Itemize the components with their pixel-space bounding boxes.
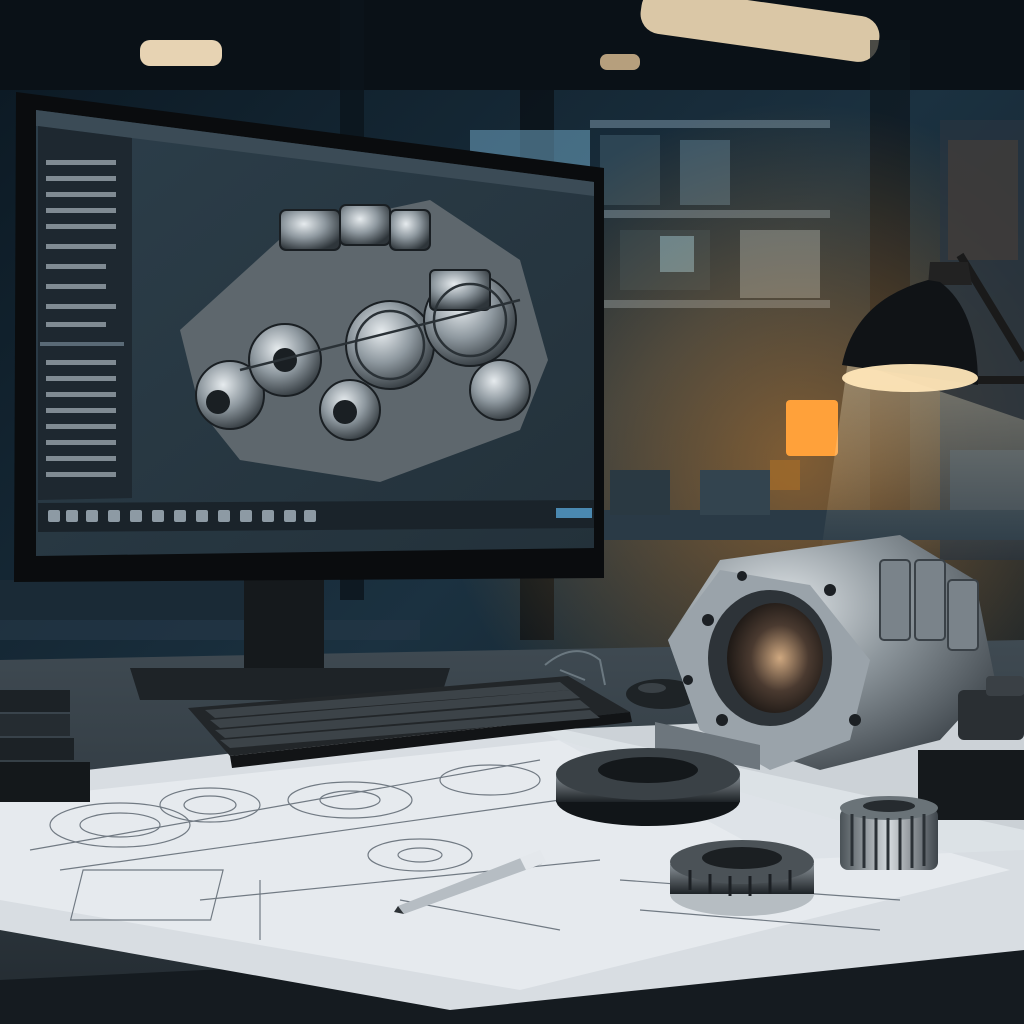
spur-gear bbox=[840, 796, 938, 870]
gears-and-rings bbox=[394, 748, 938, 916]
bearing-ring-small bbox=[670, 840, 814, 916]
bearing-ring-large bbox=[556, 748, 740, 826]
engineering-workspace-photo bbox=[0, 0, 1024, 1024]
pen bbox=[394, 850, 546, 914]
